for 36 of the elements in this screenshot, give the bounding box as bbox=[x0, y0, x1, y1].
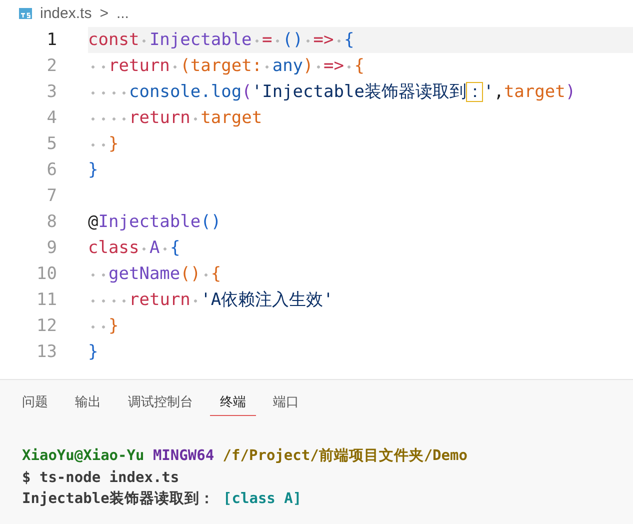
code-line: } bbox=[88, 313, 123, 339]
line-number: 13 bbox=[36, 342, 57, 362]
breadcrumb-separator: > bbox=[100, 5, 108, 22]
code-line: return target bbox=[88, 105, 266, 131]
line-number: 4 bbox=[46, 108, 57, 128]
panel-tab[interactable]: 终端 bbox=[210, 392, 256, 416]
line-number: 8 bbox=[46, 212, 57, 232]
code-line: return (target: any) => { bbox=[88, 53, 369, 79]
code-line: } bbox=[88, 159, 100, 182]
line-number: 5 bbox=[46, 134, 57, 154]
line-number: 12 bbox=[36, 316, 57, 336]
code-line: console.log('Injectable装饰器读取到：',target) bbox=[88, 79, 580, 105]
code-line: } bbox=[88, 131, 123, 157]
breadcrumb-item[interactable]: index.ts bbox=[40, 5, 92, 22]
line-number: 6 bbox=[46, 160, 57, 180]
line-number: 3 bbox=[46, 82, 57, 102]
terminal-line: XiaoYu@Xiao-Yu MINGW64 /f/Project/前端项目文件夹/Demo bbox=[22, 446, 468, 466]
panel-tab[interactable]: 问题 bbox=[12, 392, 58, 416]
terminal-line: $ ts-node index.ts bbox=[22, 468, 180, 488]
code-line: return 'A依赖注入生效' bbox=[88, 287, 338, 313]
line-number: 7 bbox=[46, 186, 57, 206]
panel-tab[interactable]: 端口 bbox=[263, 392, 309, 416]
code-line: } bbox=[88, 341, 100, 364]
panel-tab[interactable]: 输出 bbox=[65, 392, 111, 416]
line-number: 11 bbox=[36, 290, 57, 310]
line-number: 10 bbox=[36, 264, 57, 284]
code-line: @Injectable() bbox=[88, 211, 222, 234]
typescript-file-icon bbox=[19, 8, 32, 19]
terminal-line: Injectable装饰器读取到： [class A] bbox=[22, 490, 303, 509]
line-number: 9 bbox=[46, 238, 57, 258]
breadcrumb-item[interactable]: ... bbox=[116, 5, 129, 22]
code-line: getName() { bbox=[88, 261, 226, 287]
panel-tab[interactable]: 调试控制台 bbox=[118, 392, 203, 416]
line-number: 1 bbox=[46, 30, 57, 50]
code-line: class A { bbox=[88, 237, 182, 260]
line-number: 2 bbox=[46, 56, 57, 76]
